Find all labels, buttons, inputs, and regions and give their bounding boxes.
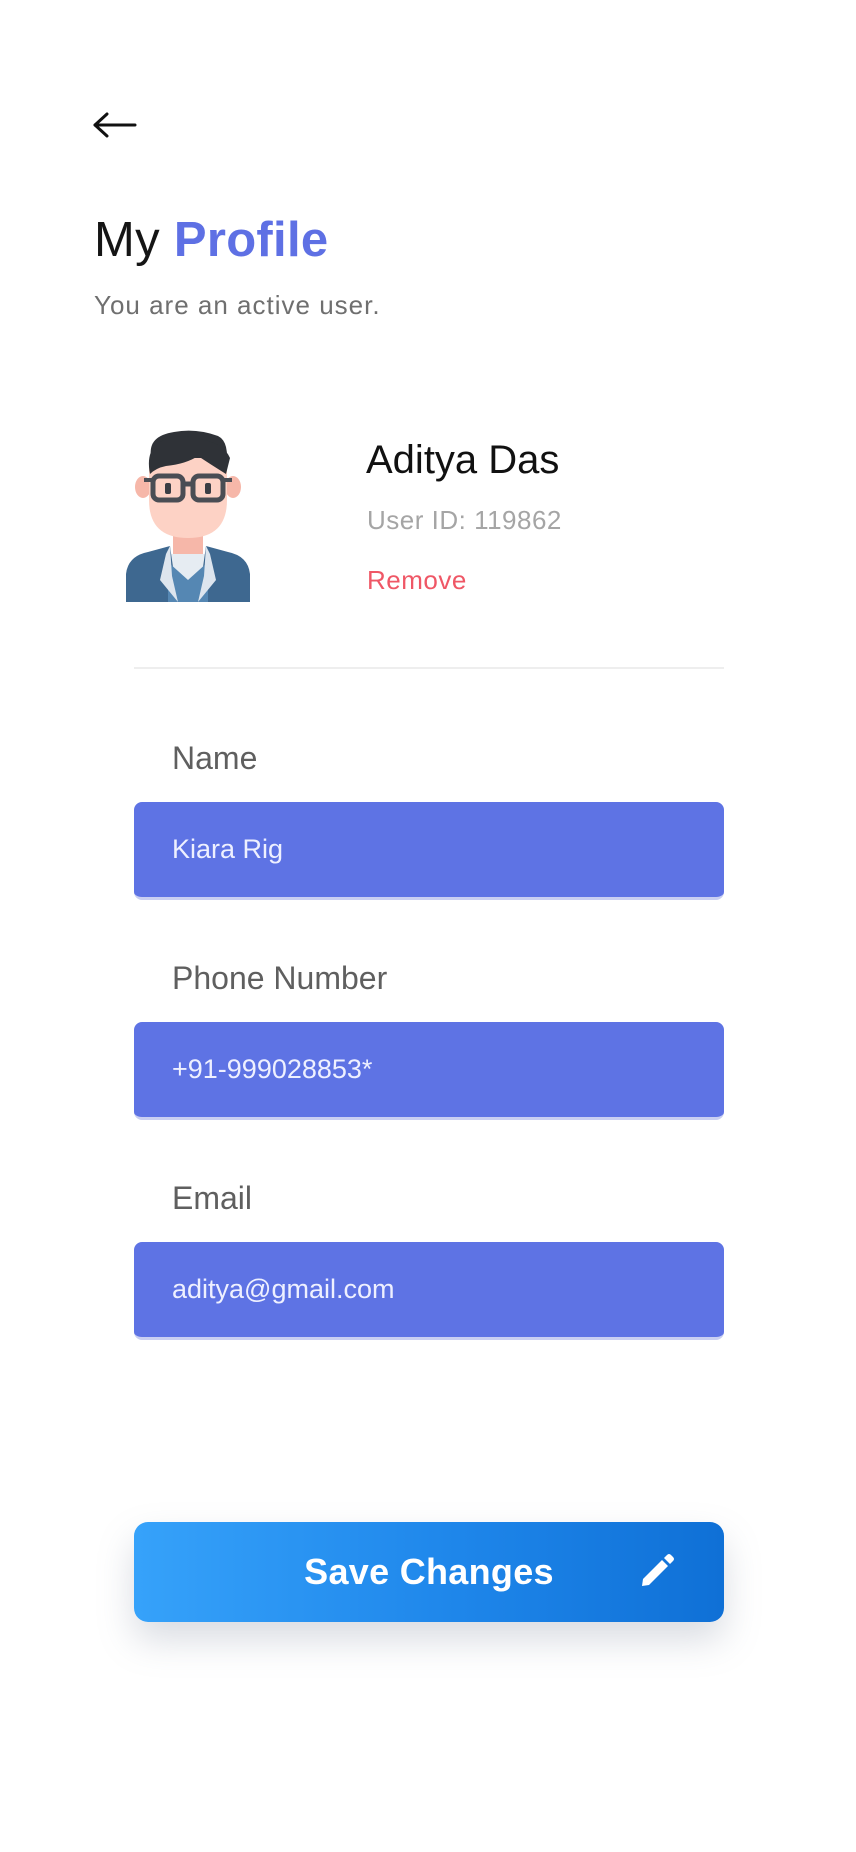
name-field[interactable] [134, 802, 724, 900]
email-label: Email [172, 1180, 253, 1216]
pencil-icon [642, 1554, 674, 1586]
page-title-accent: Profile [173, 213, 329, 267]
arrow-left-icon [93, 112, 137, 138]
page-title-prefix: My [94, 213, 174, 267]
name-label: Name [172, 740, 258, 776]
phone-label: Phone Number [172, 960, 388, 996]
email-field[interactable] [134, 1242, 724, 1340]
remove-button[interactable]: Remove [367, 565, 467, 596]
save-changes-label: Save Changes [304, 1551, 554, 1592]
user-id: User ID: 119862 [367, 505, 562, 535]
page-subtitle: You are an active user. [94, 290, 381, 320]
user-name: Aditya Das [366, 438, 560, 482]
back-button[interactable] [92, 105, 140, 145]
phone-field[interactable] [134, 1022, 724, 1120]
avatar [126, 430, 250, 602]
page-title: My Profile [94, 210, 328, 270]
save-changes-button[interactable]: Save Changes [134, 1522, 724, 1622]
divider [134, 667, 724, 669]
